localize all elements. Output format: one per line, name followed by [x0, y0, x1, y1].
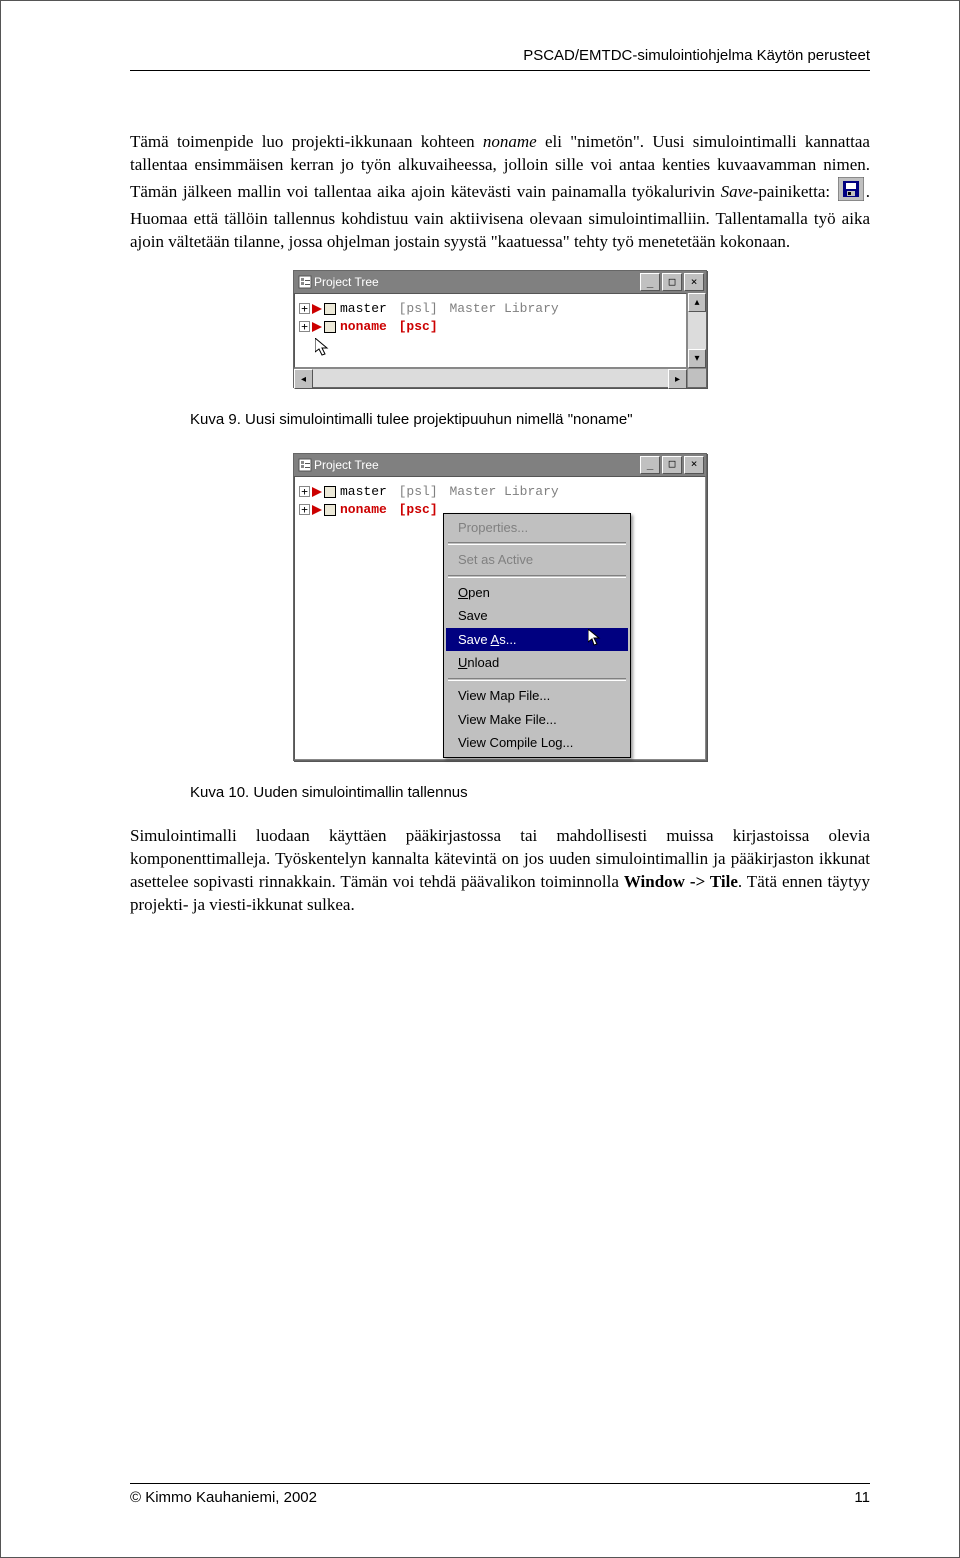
- tree-label: master: [340, 483, 387, 501]
- scroll-left-button[interactable]: ◂: [294, 369, 313, 389]
- tree-label: noname: [340, 501, 387, 519]
- footer-page-number: 11: [854, 1488, 870, 1508]
- doc-icon: [324, 504, 336, 516]
- tree-label: master: [340, 300, 387, 318]
- triangle-icon: [312, 304, 322, 314]
- text: -painiketta:: [753, 182, 836, 201]
- tree-desc: Master Library: [449, 483, 558, 501]
- tree-item-noname: + noname [psc]: [299, 318, 682, 336]
- page-footer: © Kimmo Kauhaniemi, 2002 11: [130, 1483, 870, 1508]
- save-icon: [838, 177, 864, 208]
- figure-9-caption: Kuva 9. Uusi simulointimalli tulee proje…: [190, 410, 870, 430]
- menu-item-set-active[interactable]: Set as Active: [446, 548, 628, 572]
- context-menu: Properties... Set as Active Open Save Sa…: [443, 513, 631, 758]
- text: Tämä toimenpide luo projekti-ikkunaan ko…: [130, 132, 483, 151]
- paragraph-1: Tämä toimenpide luo projekti-ikkunaan ko…: [130, 131, 870, 254]
- italic-noname: noname: [483, 132, 537, 151]
- expand-icon[interactable]: +: [299, 303, 310, 314]
- tree-item-master: + master [psl] Master Library: [299, 300, 682, 318]
- window-title: Project Tree: [314, 274, 638, 290]
- running-header: PSCAD/EMTDC-simulointiohjelma Käytön per…: [130, 46, 870, 71]
- scroll-up-button[interactable]: ▴: [688, 293, 706, 312]
- triangle-icon: [312, 505, 322, 515]
- triangle-icon: [312, 322, 322, 332]
- menu-item-open[interactable]: Open: [446, 581, 628, 605]
- menu-item-view-make[interactable]: View Make File...: [446, 708, 628, 732]
- horizontal-scrollbar[interactable]: ◂ ▸: [294, 368, 687, 387]
- triangle-icon: [312, 487, 322, 497]
- tree-desc: Master Library: [449, 300, 558, 318]
- minimize-button[interactable]: _: [640, 456, 660, 474]
- scroll-track[interactable]: [313, 369, 668, 387]
- expand-icon[interactable]: +: [299, 321, 310, 332]
- figure-10-caption: Kuva 10. Uuden simulointimallin tallennu…: [190, 783, 870, 803]
- tree-label: noname: [340, 318, 387, 336]
- tree-view[interactable]: + master [psl] Master Library + noname […: [294, 293, 687, 369]
- cursor-icon: [588, 629, 602, 652]
- tree-ext: [psl]: [399, 300, 438, 318]
- page: PSCAD/EMTDC-simulointiohjelma Käytön per…: [0, 0, 960, 1558]
- app-icon: [298, 275, 314, 289]
- menu-item-unload[interactable]: Unload: [446, 651, 628, 675]
- doc-icon: [324, 486, 336, 498]
- footer-copyright: © Kimmo Kauhaniemi, 2002: [130, 1488, 317, 1508]
- menu-separator: [448, 678, 626, 681]
- close-button[interactable]: ×: [684, 456, 704, 474]
- minimize-button[interactable]: _: [640, 273, 660, 291]
- app-icon: [298, 458, 314, 472]
- menu-item-properties[interactable]: Properties...: [446, 516, 628, 540]
- maximize-button[interactable]: □: [662, 456, 682, 474]
- window-title: Project Tree: [314, 457, 638, 473]
- tree-ext: [psc]: [399, 501, 438, 519]
- project-tree-window-2: Project Tree _ □ × + master [psl] Master…: [293, 453, 707, 761]
- menu-item-view-compile[interactable]: View Compile Log...: [446, 731, 628, 755]
- maximize-button[interactable]: □: [662, 273, 682, 291]
- doc-icon: [324, 321, 336, 333]
- titlebar[interactable]: Project Tree _ □ ×: [294, 271, 706, 293]
- cursor-icon: [315, 338, 698, 364]
- menu-separator: [448, 542, 626, 545]
- tree-ext: [psc]: [399, 318, 438, 336]
- project-tree-window: Project Tree _ □ × + master [psl] Master…: [293, 270, 707, 389]
- expand-icon[interactable]: +: [299, 504, 310, 515]
- tree-view[interactable]: + master [psl] Master Library + noname […: [294, 476, 706, 760]
- close-button[interactable]: ×: [684, 273, 704, 291]
- menu-item-save[interactable]: Save: [446, 604, 628, 628]
- resize-grip[interactable]: [687, 368, 706, 387]
- menu-item-save-as[interactable]: Save As...: [446, 628, 628, 652]
- titlebar[interactable]: Project Tree _ □ ×: [294, 454, 706, 476]
- bold-menu-path: Window -> Tile: [624, 872, 738, 891]
- menu-separator: [448, 575, 626, 578]
- tree-ext: [psl]: [399, 483, 438, 501]
- doc-icon: [324, 303, 336, 315]
- expand-icon[interactable]: +: [299, 486, 310, 497]
- menu-item-view-map[interactable]: View Map File...: [446, 684, 628, 708]
- tree-item-master: + master [psl] Master Library: [299, 483, 701, 501]
- scroll-right-button[interactable]: ▸: [668, 369, 687, 389]
- paragraph-2: Simulointimalli luodaan käyttäen pääkirj…: [130, 825, 870, 917]
- italic-save: Save: [721, 182, 753, 201]
